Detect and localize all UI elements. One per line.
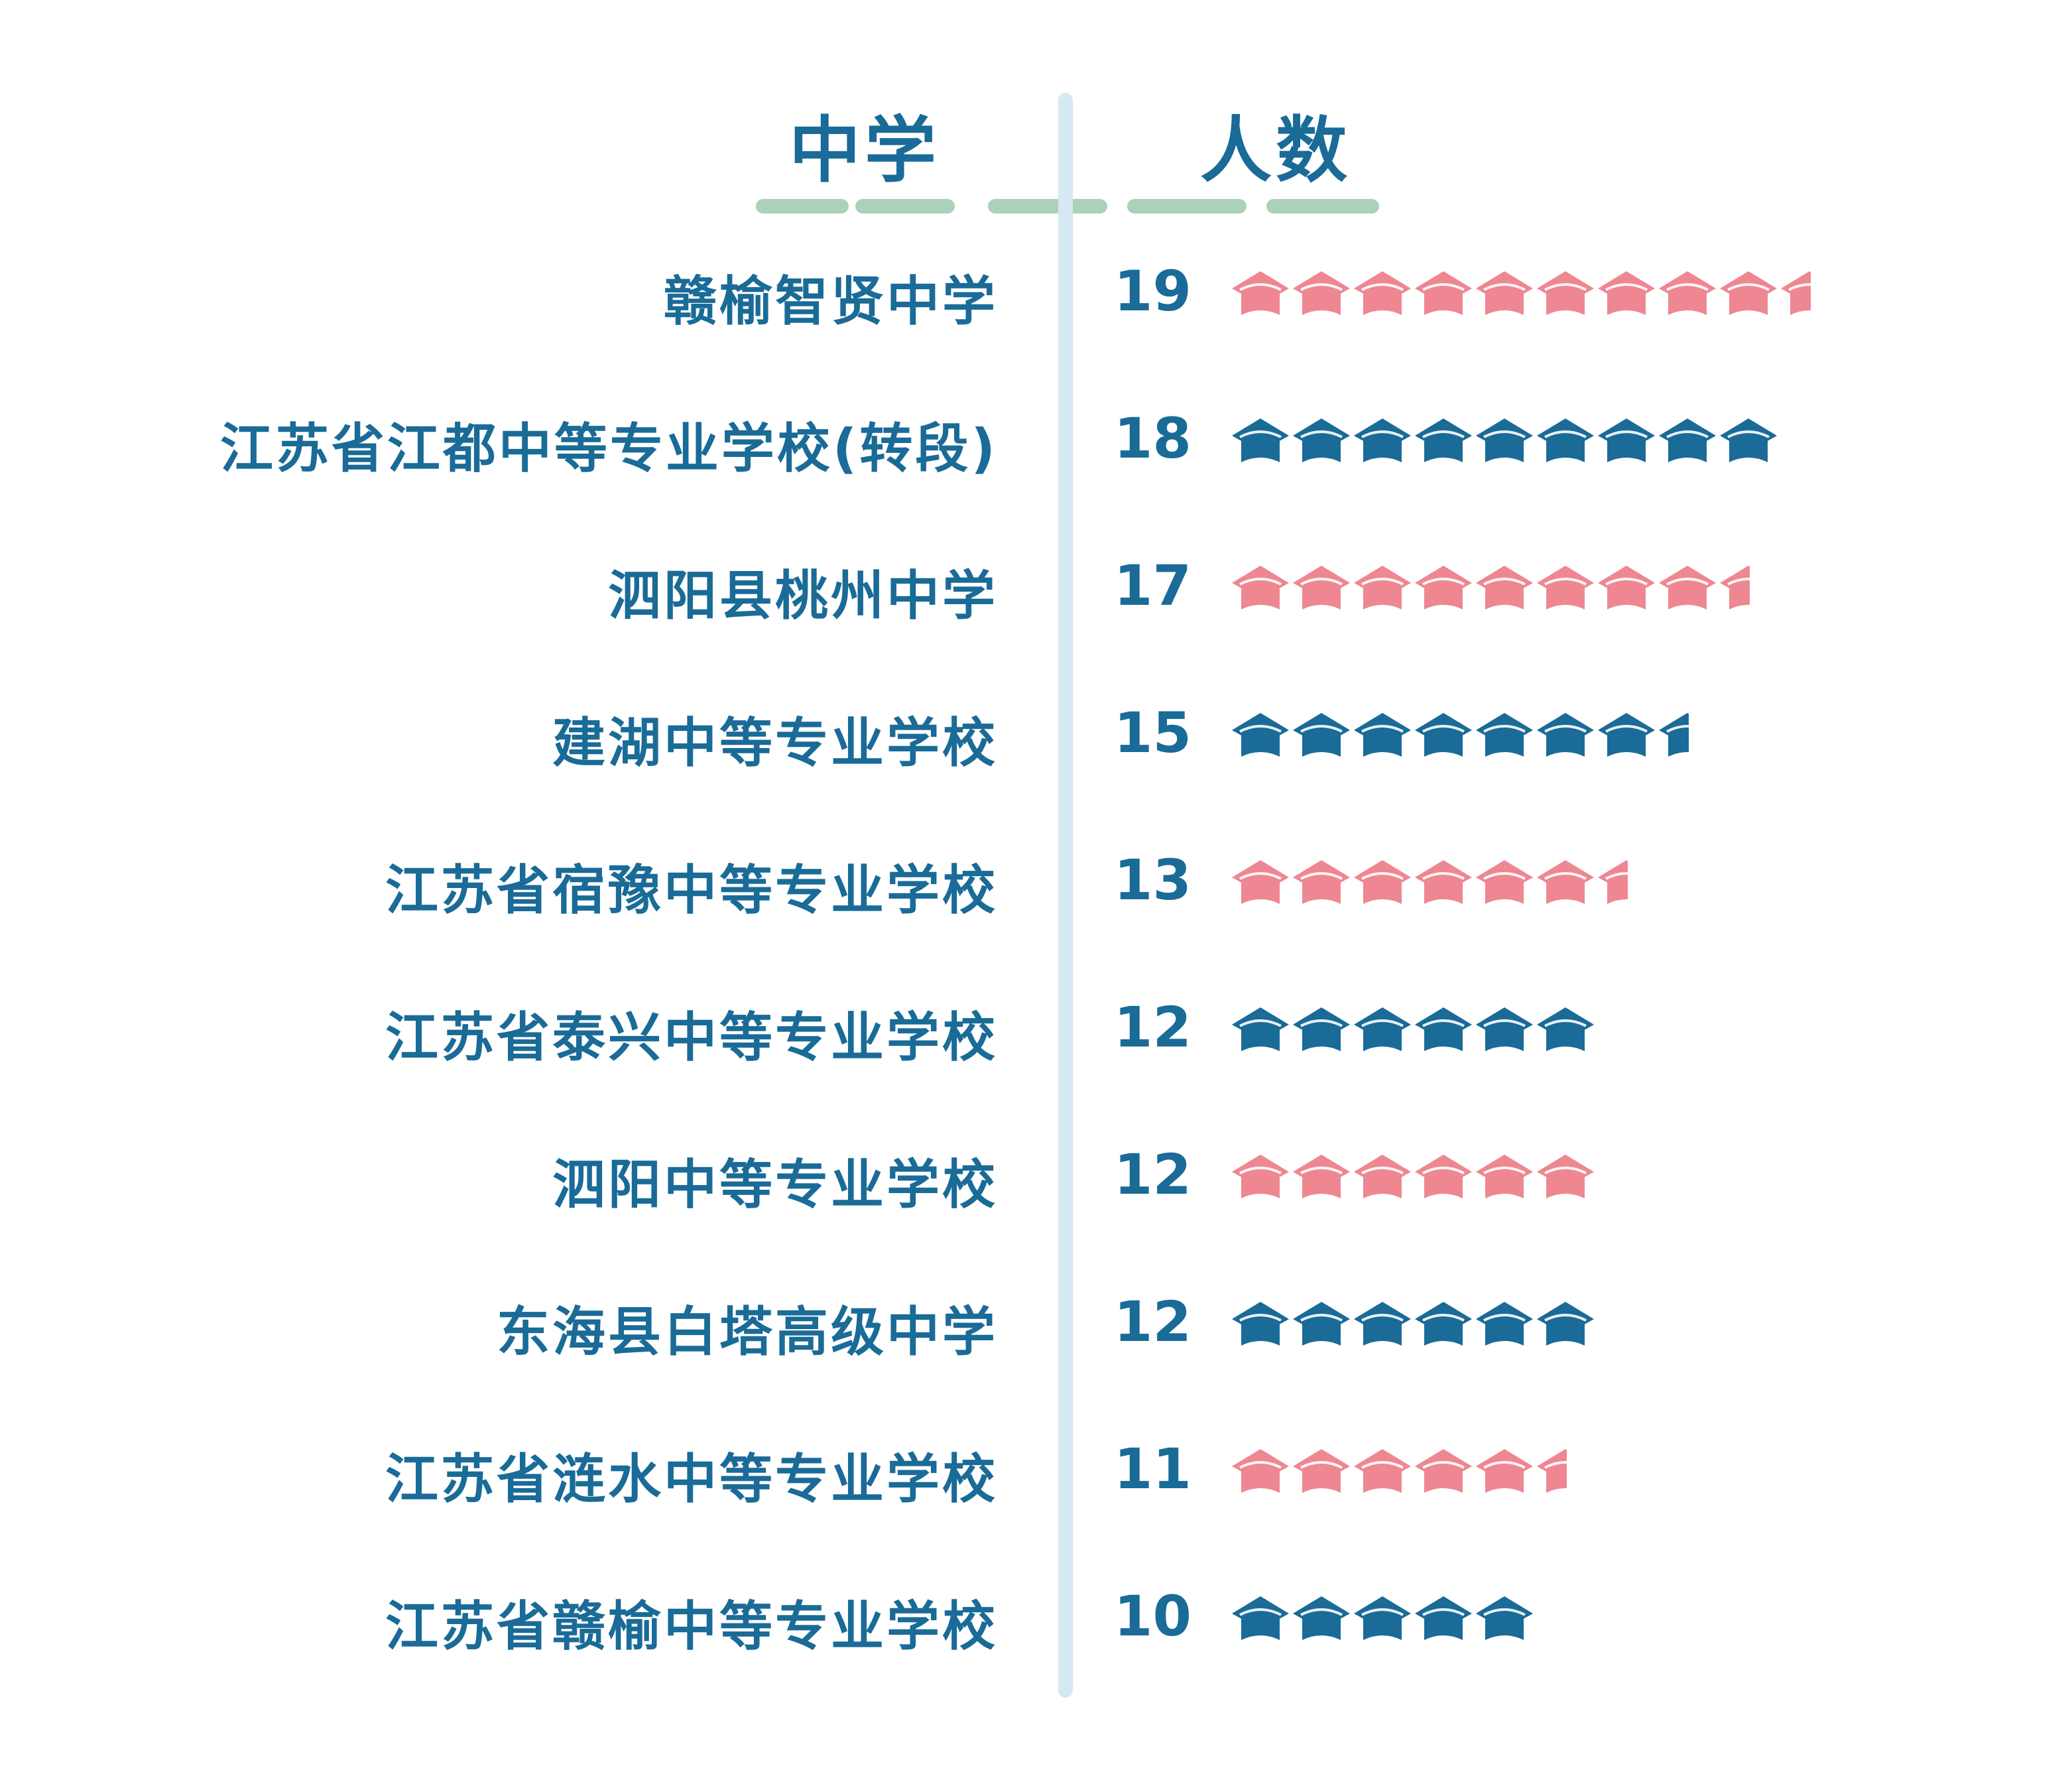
- cap-row: [1232, 1155, 1594, 1198]
- graduation-cap-icon: [1354, 1596, 1411, 1640]
- graduation-cap-icon-partial: [1598, 860, 1628, 904]
- graduation-cap-icon: [1720, 418, 1777, 462]
- graduation-cap-icon: [1476, 271, 1533, 315]
- graduation-cap-icon: [1476, 860, 1533, 904]
- graduation-cap-icon: [1476, 713, 1533, 757]
- graduation-cap-icon: [1415, 1302, 1472, 1346]
- graduation-cap-icon: [1293, 1449, 1350, 1493]
- graduation-cap-icon: [1232, 1449, 1289, 1493]
- graduation-cap-icon: [1293, 1155, 1350, 1198]
- graduation-cap-icon: [1476, 1302, 1533, 1346]
- graduation-cap-icon: [1354, 418, 1411, 462]
- graduation-cap-icon-partial: [1537, 1449, 1567, 1493]
- graduation-cap-icon: [1232, 860, 1289, 904]
- graduation-cap-icon: [1537, 566, 1594, 609]
- cap-row: [1232, 1449, 1567, 1493]
- graduation-cap-icon: [1415, 860, 1472, 904]
- graduation-cap-icon: [1659, 271, 1716, 315]
- graduation-cap-icon: [1598, 566, 1655, 609]
- graduation-cap-icon: [1354, 1449, 1411, 1493]
- graduation-cap-icon: [1293, 1007, 1350, 1051]
- graduation-cap-icon: [1476, 1596, 1533, 1640]
- cap-row: [1232, 860, 1628, 904]
- graduation-cap-icon: [1659, 418, 1716, 462]
- graduation-cap-icon: [1293, 566, 1350, 609]
- graduation-cap-icon: [1293, 271, 1350, 315]
- graduation-cap-icon: [1354, 1302, 1411, 1346]
- cap-row: [1232, 1596, 1533, 1640]
- graduation-cap-icon: [1415, 1596, 1472, 1640]
- graduation-cap-icon-partial: [1781, 271, 1811, 315]
- graduation-cap-icon: [1476, 1007, 1533, 1051]
- graduation-cap-icon: [1537, 1302, 1594, 1346]
- graduation-cap-icon: [1537, 860, 1594, 904]
- cap-row: [1232, 271, 1811, 315]
- cap-row: [1232, 418, 1777, 462]
- graduation-cap-icon: [1476, 566, 1533, 609]
- graduation-cap-icon: [1415, 271, 1472, 315]
- graduation-cap-icon: [1293, 418, 1350, 462]
- graduation-cap-icon: [1354, 1007, 1411, 1051]
- graduation-cap-icon: [1598, 418, 1655, 462]
- cap-row: [1232, 1007, 1594, 1051]
- graduation-cap-icon: [1415, 1155, 1472, 1198]
- cap-row: [1232, 566, 1750, 609]
- graduation-cap-icon: [1537, 1155, 1594, 1198]
- cap-row: [1232, 1302, 1594, 1346]
- graduation-cap-icon: [1415, 566, 1472, 609]
- graduation-cap-icon: [1232, 418, 1289, 462]
- graduation-cap-icon: [1720, 271, 1777, 315]
- graduation-cap-icon: [1293, 713, 1350, 757]
- graduation-cap-icon: [1415, 418, 1472, 462]
- graduation-cap-icon: [1232, 566, 1289, 609]
- graduation-cap-icon: [1354, 1155, 1411, 1198]
- graduation-cap-icon: [1537, 271, 1594, 315]
- graduation-cap-icon-partial: [1659, 713, 1689, 757]
- graduation-cap-icon: [1537, 418, 1594, 462]
- graduation-cap-icon: [1476, 1155, 1533, 1198]
- graduation-cap-icon: [1476, 418, 1533, 462]
- graduation-cap-icon: [1293, 1302, 1350, 1346]
- graduation-cap-icon-partial: [1720, 566, 1750, 609]
- graduation-cap-icon: [1232, 713, 1289, 757]
- graduation-cap-icon: [1415, 713, 1472, 757]
- graduation-cap-icon: [1232, 271, 1289, 315]
- graduation-cap-icon: [1232, 1155, 1289, 1198]
- graduation-cap-icon: [1293, 860, 1350, 904]
- graduation-cap-icon: [1415, 1007, 1472, 1051]
- graduation-cap-icon: [1354, 271, 1411, 315]
- graduation-cap-icon: [1232, 1007, 1289, 1051]
- pictogram-chart: 中学 人数 赣榆智贤中学 19 江苏省江都中等专业学校(转段) 18 泗阳县桃州中学 17…: [0, 0, 2072, 1778]
- graduation-cap-icon: [1293, 1596, 1350, 1640]
- graduation-cap-icon: [1354, 566, 1411, 609]
- graduation-cap-icon: [1537, 1007, 1594, 1051]
- graduation-cap-icon: [1598, 713, 1655, 757]
- graduation-cap-icon: [1659, 566, 1716, 609]
- graduation-cap-icon: [1354, 713, 1411, 757]
- graduation-cap-icon: [1415, 1449, 1472, 1493]
- graduation-cap-icon: [1537, 713, 1594, 757]
- cap-marks: [1232, 271, 1811, 1640]
- graduation-cap-icon: [1232, 1302, 1289, 1346]
- graduation-cap-icon: [1476, 1449, 1533, 1493]
- graduation-cap-icon: [1232, 1596, 1289, 1640]
- graduation-cap-icon: [1598, 271, 1655, 315]
- graduation-cap-icon: [1354, 860, 1411, 904]
- cap-row: [1232, 713, 1689, 757]
